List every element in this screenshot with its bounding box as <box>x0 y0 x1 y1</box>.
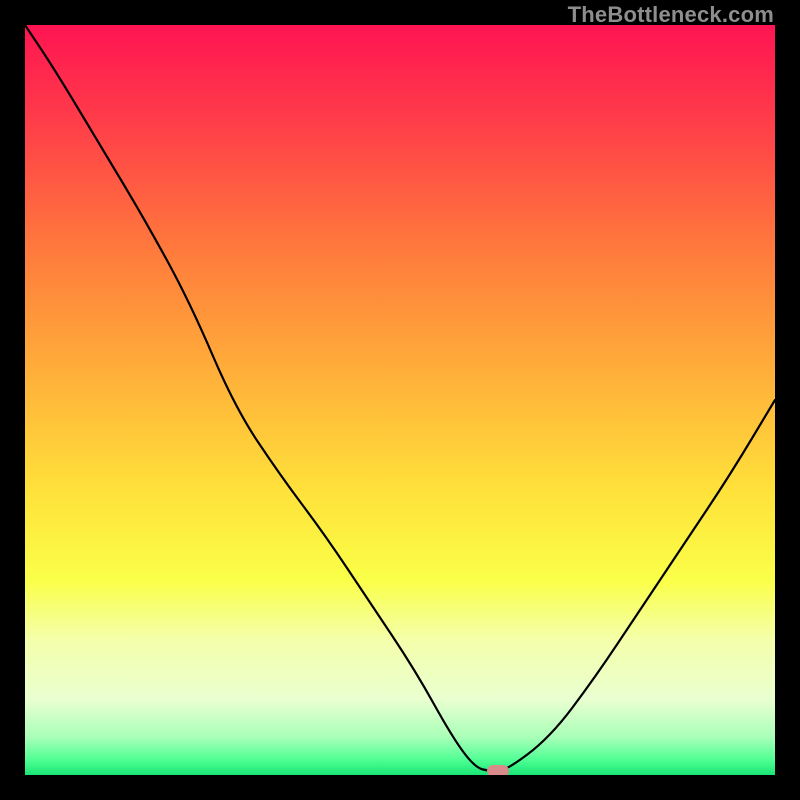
bottleneck-curve <box>25 25 775 775</box>
chart-frame: TheBottleneck.com <box>0 0 800 800</box>
optimal-point-marker <box>487 765 509 775</box>
plot-area <box>25 25 775 775</box>
